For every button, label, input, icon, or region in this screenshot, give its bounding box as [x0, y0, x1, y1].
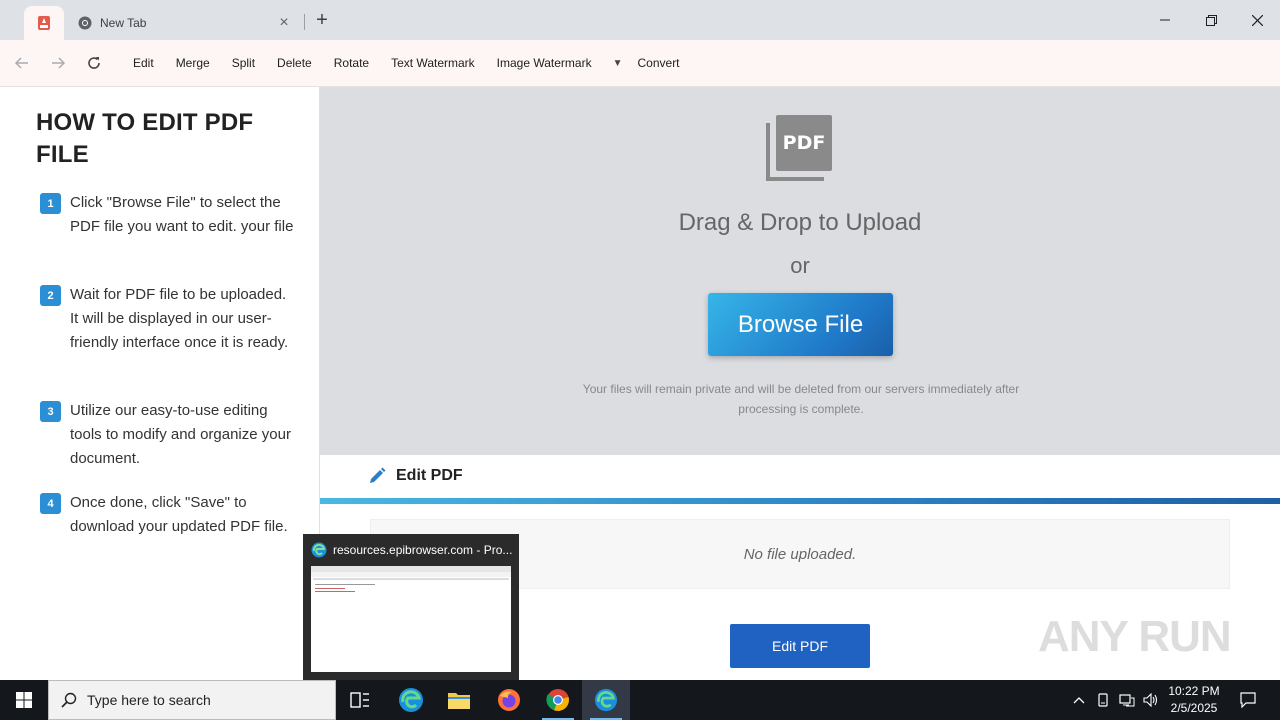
- toolbar-convert[interactable]: Convert: [627, 56, 691, 70]
- tray-device-button[interactable]: [1092, 680, 1114, 720]
- chevron-up-icon: [1073, 697, 1085, 704]
- clock-date: 2/5/2025: [1170, 701, 1218, 715]
- reload-button[interactable]: [76, 45, 112, 81]
- pdf-icon-label: PDF: [783, 132, 826, 154]
- arrow-right-icon: [52, 57, 65, 69]
- step-text: Click "Browse File" to select the PDF fi…: [70, 194, 294, 235]
- show-hidden-icons-button[interactable]: [1068, 680, 1090, 720]
- chrome-icon: [78, 16, 92, 30]
- edit-progress-bar: [320, 498, 1280, 504]
- windows-logo-icon: [16, 692, 32, 708]
- guide-step: 1 Click "Browse File" to select the PDF …: [40, 191, 295, 239]
- drag-drop-text: Drag & Drop to Upload: [678, 209, 922, 236]
- restore-icon: [1205, 14, 1217, 26]
- thumbnail-title-bar: resources.epibrowser.com - Pro...: [311, 542, 516, 558]
- toolbar-text-watermark[interactable]: Text Watermark: [380, 56, 486, 70]
- anyrun-watermark: ANY RUN: [1038, 612, 1232, 661]
- step-text: Utilize our easy-to-use editing tools to…: [70, 402, 291, 467]
- taskbar-search-box[interactable]: Type here to search: [48, 680, 336, 720]
- thumbnail-window-preview: [311, 566, 511, 672]
- window-preview-image: [311, 566, 511, 592]
- folder-icon: [448, 693, 470, 709]
- tray-volume-button[interactable]: [1140, 680, 1162, 720]
- browse-file-button[interactable]: Browse File: [708, 293, 893, 356]
- arrow-left-icon: [15, 57, 28, 69]
- forward-button[interactable]: [40, 45, 76, 81]
- toolbar-delete[interactable]: Delete: [266, 56, 323, 70]
- pdf-app-icon: [38, 16, 50, 30]
- edge-icon: [399, 688, 423, 712]
- toolbar-merge[interactable]: Merge: [165, 56, 221, 70]
- tray-network-button[interactable]: [1116, 680, 1138, 720]
- taskbar-clock[interactable]: 10:22 PM 2/5/2025: [1162, 683, 1226, 717]
- taskbar-file-explorer[interactable]: [435, 680, 483, 720]
- network-icon: [1119, 694, 1135, 707]
- close-window-button[interactable]: [1234, 0, 1280, 40]
- close-icon: [1251, 14, 1263, 26]
- chrome-icon: [546, 689, 569, 711]
- step-text: Once done, click "Save" to download your…: [70, 494, 288, 535]
- step-number: 4: [40, 493, 61, 514]
- action-center-button[interactable]: [1232, 680, 1264, 720]
- restore-button[interactable]: [1188, 0, 1234, 40]
- start-button[interactable]: [0, 680, 48, 720]
- tab-title: New Tab: [100, 16, 147, 30]
- edge-icon: [311, 542, 327, 558]
- windows-taskbar: Type here to search 10:22 PM 2/5/2025: [0, 680, 1280, 720]
- guide-title: HOW TO EDIT PDF FILE: [36, 109, 254, 168]
- taskbar-thumbnail-preview[interactable]: resources.epibrowser.com - Pro...: [303, 534, 519, 680]
- clock-time: 10:22 PM: [1168, 684, 1220, 698]
- upload-dropzone[interactable]: PDF Drag & Drop to Upload or Browse File…: [320, 87, 1280, 455]
- toolbar-edit[interactable]: Edit: [122, 56, 165, 70]
- minimize-button[interactable]: [1142, 0, 1188, 40]
- tab-strip: New Tab × +: [0, 0, 1280, 40]
- taskbar-firefox[interactable]: [485, 680, 533, 720]
- pdf-file-icon: PDF: [766, 115, 832, 181]
- back-button[interactable]: [4, 45, 40, 81]
- toolbar-split[interactable]: Split: [221, 56, 266, 70]
- edit-pdf-header: Edit PDF: [368, 467, 463, 485]
- toolbar-rotate[interactable]: Rotate: [323, 56, 380, 70]
- tab-new-tab[interactable]: New Tab ×: [66, 6, 302, 40]
- notification-icon: [1240, 692, 1256, 708]
- close-tab-icon[interactable]: ×: [274, 13, 294, 33]
- task-view-button[interactable]: [336, 680, 384, 720]
- chevron-down-icon[interactable]: ▼: [613, 58, 623, 69]
- search-placeholder: Type here to search: [87, 692, 211, 708]
- guide-step: 2 Wait for PDF file to be uploaded. It w…: [40, 283, 295, 355]
- new-tab-button[interactable]: +: [310, 8, 334, 32]
- step-text: Wait for PDF file to be uploaded. It wil…: [70, 286, 289, 351]
- volume-icon: [1143, 693, 1158, 707]
- step-number: 1: [40, 193, 61, 214]
- toolbar-image-watermark[interactable]: Image Watermark: [486, 56, 603, 70]
- pencil-icon: [370, 467, 386, 483]
- guide-step: 4 Once done, click "Save" to download yo…: [40, 491, 295, 539]
- device-icon: [1098, 693, 1108, 707]
- thumbnail-title: resources.epibrowser.com - Pro...: [333, 543, 513, 557]
- taskbar-chrome[interactable]: [534, 680, 582, 720]
- guide-step: 3 Utilize our easy-to-use editing tools …: [40, 399, 295, 471]
- taskbar-edge-active[interactable]: [582, 680, 630, 720]
- edit-pdf-button[interactable]: Edit PDF: [730, 624, 870, 668]
- edge-icon: [594, 688, 618, 712]
- edit-pdf-heading: Edit PDF: [396, 467, 463, 484]
- guide-panel: HOW TO EDIT PDF FILE 1 Click "Browse Fil…: [0, 87, 320, 680]
- or-text: or: [790, 253, 810, 278]
- taskbar-edge[interactable]: [387, 680, 435, 720]
- minimize-icon: [1160, 19, 1170, 21]
- task-view-icon: [350, 692, 369, 708]
- privacy-note: Your files will remain private and will …: [582, 382, 1020, 416]
- reload-icon: [88, 57, 100, 69]
- app-toolbar: Edit Merge Split Delete Rotate Text Wate…: [0, 40, 1280, 87]
- step-number: 3: [40, 401, 61, 422]
- search-icon: [61, 692, 77, 708]
- tab-pdf-app[interactable]: [24, 6, 64, 40]
- step-number: 2: [40, 285, 61, 306]
- tab-separator: [304, 14, 305, 30]
- firefox-icon: [498, 689, 520, 711]
